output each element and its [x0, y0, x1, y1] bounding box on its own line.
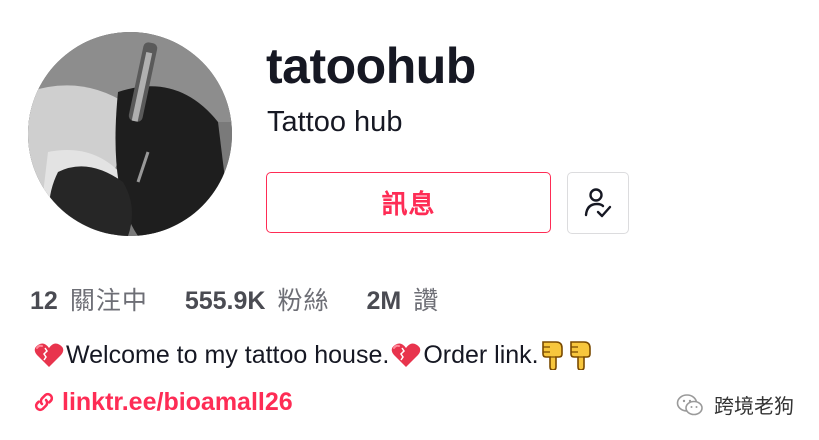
likes-stat: 2M 讚 — [366, 281, 439, 317]
following-count: 12 — [30, 287, 58, 315]
avatar[interactable] — [28, 32, 232, 236]
bio: Welcome to my tattoo house. Order link. — [32, 338, 595, 372]
link-icon — [34, 392, 54, 412]
heart-emoji — [390, 342, 422, 368]
message-button[interactable]: 訊息 — [266, 172, 551, 233]
profile-stats: 12 關注中 555.9K 粉絲 2M 讚 — [30, 282, 476, 316]
wechat-icon — [676, 393, 703, 415]
bio-link[interactable]: linktr.ee/bioamall26 — [32, 386, 293, 418]
likes-count: 2M — [366, 287, 402, 315]
heart-emoji — [33, 342, 65, 368]
following-stat[interactable]: 12 關注中 — [30, 281, 148, 317]
followers-label: 粉絲 — [277, 287, 330, 315]
user-check-icon — [584, 188, 612, 218]
avatar-image — [28, 32, 232, 236]
following-status-button[interactable] — [567, 172, 629, 234]
followers-stat[interactable]: 555.9K 粉絲 — [185, 281, 330, 317]
followers-count: 555.9K — [184, 287, 266, 315]
bio-link-text: linktr.ee/bioamall26 — [62, 387, 293, 416]
bio-text-1: Welcome to my tattoo house. — [66, 341, 390, 369]
pointing-down-emoji — [540, 340, 566, 370]
following-label: 關注中 — [69, 287, 148, 315]
watermark: 跨境老狗 — [676, 390, 794, 419]
pointing-down-emoji — [568, 340, 594, 370]
watermark-text: 跨境老狗 — [714, 396, 794, 418]
nickname: Tattoo hub — [267, 106, 403, 138]
likes-label: 讚 — [413, 287, 440, 315]
bio-text-2: Order link. — [423, 341, 539, 369]
username: tatoohub — [266, 38, 476, 94]
